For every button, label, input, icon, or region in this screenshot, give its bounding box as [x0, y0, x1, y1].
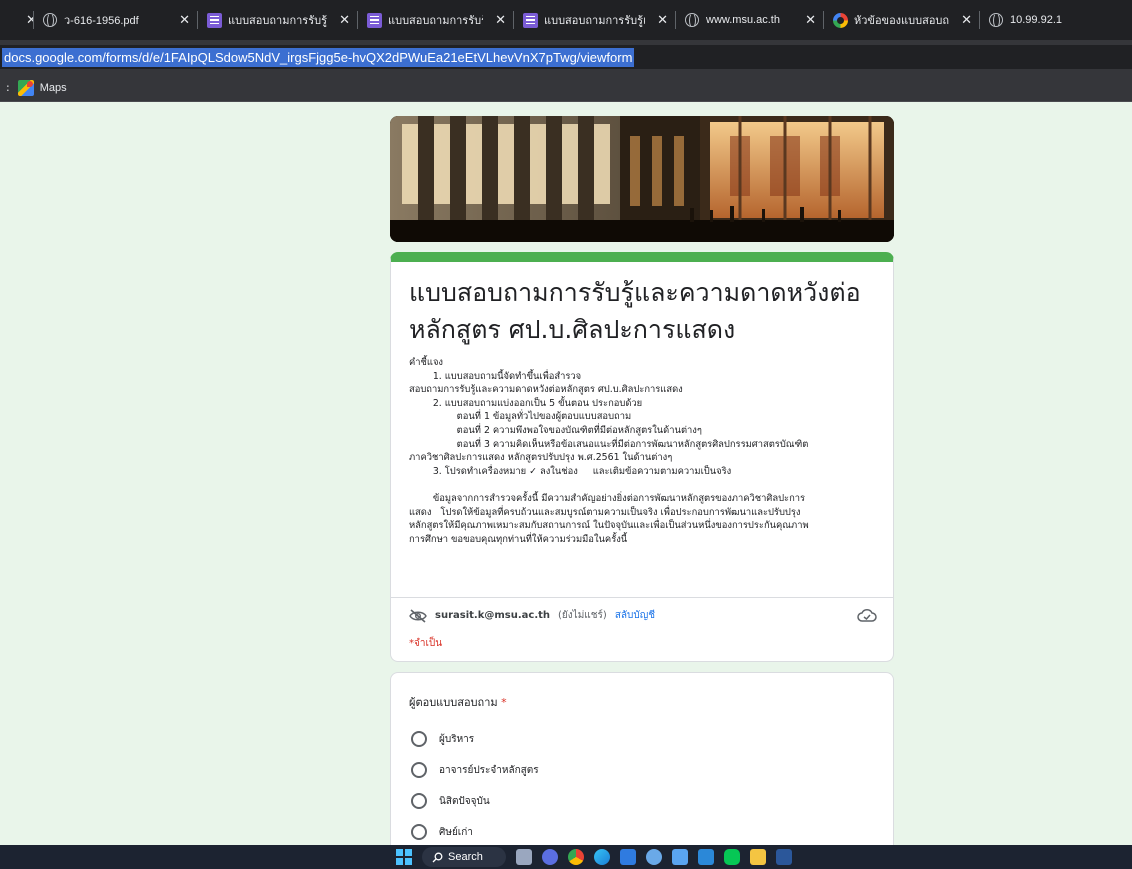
close-tab-icon[interactable]: ✕: [173, 12, 190, 28]
radio-button[interactable]: [411, 793, 427, 809]
forms-icon: [522, 12, 538, 28]
task-view-icon[interactable]: [516, 849, 532, 865]
switch-account-link[interactable]: สลับบัญชี: [615, 608, 655, 623]
tab-strip: ✕ว-616-1956.pdf✕แบบสอบถามการรับรู้และ✕แบ…: [0, 0, 1132, 40]
edge-icon[interactable]: [594, 849, 610, 865]
browser-tab[interactable]: แบบสอบถามการรับรู้และ ✕: [198, 0, 358, 40]
form-title: แบบสอบถามการรับรู้และความดาดหวังต่อ หลัก…: [409, 278, 861, 344]
radio-option[interactable]: อาจารย์ประจำหลักสูตร: [411, 762, 539, 778]
radio-option[interactable]: ศิษย์เก่า: [411, 824, 473, 840]
description-line: แสดง โปรดให้ข้อมูลที่ครบถ้วนและสมบูรณ์ตา…: [409, 506, 801, 518]
line-icon[interactable]: [724, 849, 740, 865]
required-star: *: [501, 696, 507, 709]
taskbar-apps: Search: [396, 845, 792, 869]
account-section: surasit.k@msu.ac.th (ยังไม่แชร์) สลับบัญ…: [391, 597, 893, 659]
browser-tab[interactable]: ว-616-1956.pdf ✕: [34, 0, 198, 40]
description-line: การศึกษา ขอขอบคุณทุกท่านที่ให้ความร่วมมื…: [409, 533, 628, 545]
folder-icon[interactable]: [750, 849, 766, 865]
option-label: นิสิตปัจจุบัน: [439, 795, 490, 807]
settings-icon[interactable]: [646, 849, 662, 865]
store-icon[interactable]: [620, 849, 636, 865]
description-line: 3. โปรดทำเครื่องหมาย ✓ ลงในช่อง และเติมข…: [409, 465, 732, 477]
tab-title: แบบสอบถามการรับรู้และ: [388, 15, 483, 27]
bookmarks-bar: : Maps: [0, 74, 1132, 102]
windows-start-icon[interactable]: [396, 849, 412, 865]
remote-icon[interactable]: [698, 849, 714, 865]
description-line: 2. แบบสอบถามแบ่งออกเป็น 5 ขั้นตอน ประกอบ…: [409, 397, 643, 409]
tab-title: แบบสอบถามการรับรู้และ: [544, 15, 645, 27]
browser-tab[interactable]: หัวข้อของแบบสอบถาม - ✕: [824, 0, 980, 40]
option-label: อาจารย์ประจำหลักสูตร: [439, 764, 539, 776]
word-icon[interactable]: [776, 849, 792, 865]
close-tab-icon[interactable]: ✕: [20, 12, 34, 28]
radio-option[interactable]: นิสิตปัจจุบัน: [411, 793, 490, 809]
globe-icon: [988, 12, 1004, 28]
browser-tab[interactable]: แบบสอบถามการรับรู้และ ✕: [358, 0, 514, 40]
description-line: คำชี้แจง: [409, 357, 444, 368]
description-line: [409, 478, 879, 492]
close-tab-icon[interactable]: ✕: [799, 12, 816, 28]
tab-title: 10.99.92.1: [1010, 14, 1062, 26]
form-description: คำชี้แจง 1. แบบสอบถามนี้จัดทำขึ้นเพื่อสำ…: [409, 356, 879, 546]
tab-title: ว-616-1956.pdf: [64, 15, 139, 27]
description-line: ตอนที่ 3 ความคิดเห็นหรือข้อเสนอแนะที่มีต…: [409, 438, 809, 450]
question-card: ผู้ตอบแบบสอบถาม * ผู้บริหาร อาจารย์ประจำ…: [390, 672, 894, 845]
search-icon: [432, 852, 443, 862]
close-tab-icon[interactable]: ✕: [489, 12, 506, 28]
bookmark-label: Maps: [39, 81, 67, 94]
notepad-icon[interactable]: [672, 849, 688, 865]
description-line: สอบถามการรับรู้และความดาดหวังต่อหลักสูตร…: [409, 384, 683, 396]
option-label: ผู้บริหาร: [439, 733, 475, 745]
meet-icon[interactable]: [542, 849, 558, 865]
radio-button[interactable]: [411, 762, 427, 778]
google-icon: [832, 12, 848, 28]
chrome-icon[interactable]: [568, 849, 584, 865]
tab-title: www.msu.ac.th: [706, 14, 780, 26]
description-line: หลักสูตรให้มีคุณภาพเหมาะสมกับสถานการณ์ ใ…: [409, 520, 809, 532]
description-line: ตอนที่ 1 ข้อมูลทั่วไปของผู้ตอบแบบสอบถาม: [409, 411, 632, 423]
account-email: surasit.k@msu.ac.th: [435, 610, 551, 621]
cloud-saved-icon: [857, 609, 877, 622]
option-label: ศิษย์เก่า: [439, 826, 473, 838]
maps-icon: [17, 79, 34, 96]
account-row: surasit.k@msu.ac.th (ยังไม่แชร์) สลับบัญ…: [409, 608, 655, 623]
account-status: (ยังไม่แชร์): [558, 610, 607, 621]
forms-icon: [366, 12, 382, 28]
taskbar-search[interactable]: Search: [422, 847, 506, 867]
radio-button[interactable]: [411, 731, 427, 747]
url-text[interactable]: docs.google.com/forms/d/e/1FAIpQLSdow5Nd…: [2, 47, 635, 67]
browser-tab[interactable]: www.msu.ac.th ✕: [676, 0, 824, 40]
header-image: [390, 116, 894, 242]
windows-taskbar: Search: [0, 845, 1132, 869]
form-title-card: แบบสอบถามการรับรู้และความดาดหวังต่อ หลัก…: [390, 252, 894, 662]
globe-icon: [42, 12, 58, 28]
browser-tab[interactable]: 10.99.92.1: [980, 0, 1132, 40]
globe-icon: [684, 12, 700, 28]
browser-tab[interactable]: ✕: [0, 0, 34, 40]
close-tab-icon[interactable]: ✕: [955, 12, 972, 28]
close-tab-icon[interactable]: ✕: [651, 12, 668, 28]
description-line: ภาควิชาศิลปะการแสดง หลักสูตรปรับปรุง พ.ศ…: [409, 452, 673, 464]
bookmark-maps[interactable]: Maps: [17, 79, 67, 96]
address-bar[interactable]: docs.google.com/forms/d/e/1FAIpQLSdow5Nd…: [0, 45, 1132, 69]
radio-option[interactable]: ผู้บริหาร: [411, 731, 474, 747]
radio-button[interactable]: [411, 824, 427, 840]
required-note: *จำเป็น: [409, 638, 443, 649]
eye-off-icon: [409, 608, 427, 623]
description-line: ตอนที่ 2 ความพึงพอใจของบัณฑิตที่มีต่อหลั…: [409, 424, 702, 436]
description-line: ข้อมูลจากการสำรวจครั้งนี้ มีความสำคัญอย่…: [409, 492, 806, 504]
tab-title: แบบสอบถามการรับรู้และ: [228, 15, 327, 27]
description-line: 1. แบบสอบถามนี้จัดทำขึ้นเพื่อสำรวจ: [409, 370, 582, 382]
browser-tab[interactable]: แบบสอบถามการรับรู้และ ✕: [514, 0, 676, 40]
forms-icon: [206, 12, 222, 28]
question-title: ผู้ตอบแบบสอบถาม *: [409, 696, 507, 709]
address-bar-area: docs.google.com/forms/d/e/1FAIpQLSdow5Nd…: [0, 40, 1132, 74]
bookmarks-overflow-dots[interactable]: :: [6, 81, 10, 94]
form-page: แบบสอบถามการรับรู้และความดาดหวังต่อ หลัก…: [0, 102, 1132, 845]
tab-title: หัวข้อของแบบสอบถาม -: [854, 15, 950, 27]
close-tab-icon[interactable]: ✕: [333, 12, 350, 28]
